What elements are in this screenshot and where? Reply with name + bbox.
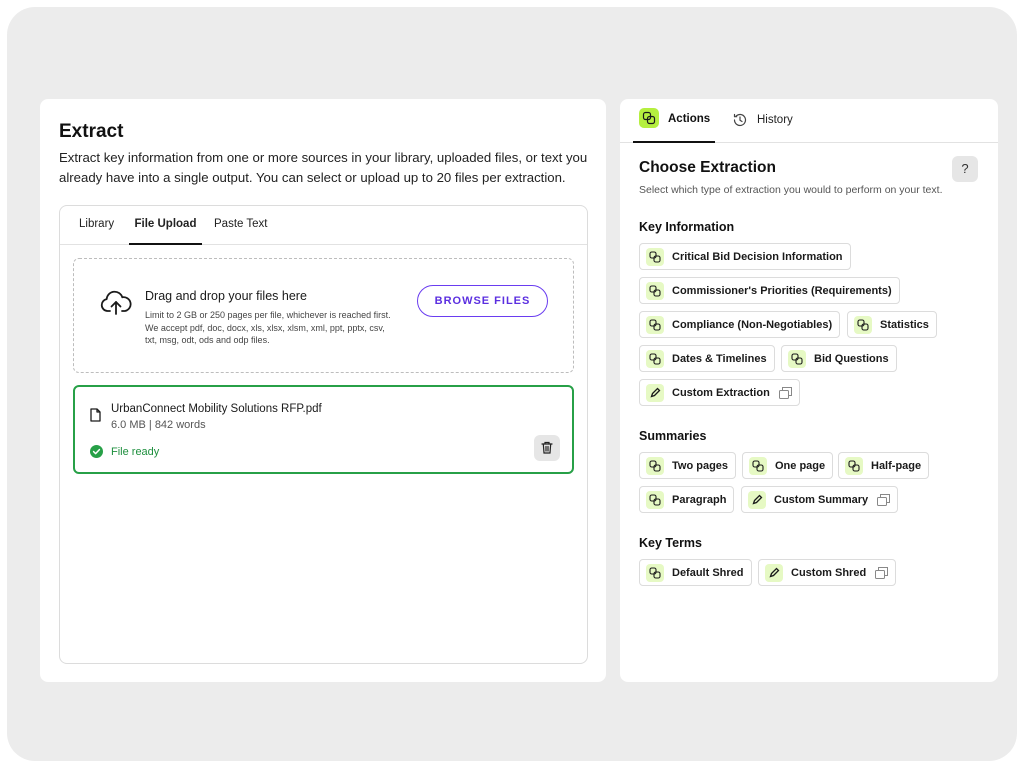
actions-panel: Actions History Choose Extraction Select… <box>620 99 998 682</box>
chip-label: Commissioner's Priorities (Requirements) <box>672 284 892 297</box>
chip-custom-shred[interactable]: Custom Shred <box>758 559 897 586</box>
page-description: Extract key information from one or more… <box>59 150 588 185</box>
dropzone-title: Drag and drop your files here <box>145 289 307 303</box>
actions-icon <box>639 108 659 128</box>
pencil-icon <box>646 383 664 402</box>
extract-panel: Extract Extract key information from one… <box>40 99 606 682</box>
cloud-upload-icon <box>100 290 132 315</box>
summaries-title: Summaries <box>639 429 707 443</box>
shred-icon <box>646 490 664 509</box>
chip-label: Custom Shred <box>791 566 867 579</box>
shred-icon <box>646 315 664 334</box>
chip-label: Custom Summary <box>774 493 869 506</box>
chip-custom-extraction[interactable]: Custom Extraction <box>639 379 800 406</box>
chip-label: Compliance (Non-Negotiables) <box>672 318 833 331</box>
copy-icon <box>875 566 889 579</box>
panel-tabs: Actions History <box>620 99 998 143</box>
tab-actions[interactable]: Actions <box>633 99 715 143</box>
shred-icon <box>854 315 872 334</box>
chip-label: Statistics <box>880 318 929 331</box>
shred-icon <box>646 563 664 582</box>
chip-custom-summary[interactable]: Custom Summary <box>741 486 899 513</box>
chip-commissioners-priorities[interactable]: Commissioner's Priorities (Requirements) <box>639 277 900 304</box>
chip-label: Half-page <box>871 459 922 472</box>
shred-icon <box>646 247 664 266</box>
chip-label: Dates & Timelines <box>672 352 767 365</box>
shred-icon <box>845 456 863 475</box>
chip-dates-timelines[interactable]: Dates & Timelines <box>639 345 775 372</box>
copy-icon <box>877 493 891 506</box>
history-icon <box>733 113 747 127</box>
tab-file-upload[interactable]: File Upload <box>129 218 202 245</box>
source-tabs: Library File Upload Paste Text <box>60 206 587 245</box>
file-meta: 6.0 MB | 842 words <box>111 419 206 431</box>
chip-paragraph[interactable]: Paragraph <box>639 486 735 513</box>
chip-label: One page <box>775 459 826 472</box>
source-card: Library File Upload Paste Text Drag and … <box>59 205 588 664</box>
key-terms-title: Key Terms <box>639 536 702 550</box>
key-information-title: Key Information <box>639 220 735 234</box>
pencil-icon <box>748 490 766 509</box>
tab-paste-text[interactable]: Paste Text <box>214 218 268 245</box>
shred-icon <box>788 349 806 368</box>
tab-actions-label: Actions <box>668 113 711 125</box>
browse-files-button[interactable]: BROWSE FILES <box>417 285 548 317</box>
uploaded-file-card: UrbanConnect Mobility Solutions RFP.pdf … <box>73 385 574 474</box>
chip-label: Default Shred <box>672 566 744 579</box>
chip-half-page[interactable]: Half-page <box>838 452 930 479</box>
chip-bid-questions[interactable]: Bid Questions <box>781 345 897 372</box>
chip-label: Critical Bid Decision Information <box>672 250 843 263</box>
delete-file-button[interactable] <box>534 435 560 461</box>
chip-label: Paragraph <box>672 493 727 506</box>
chip-statistics[interactable]: Statistics <box>847 311 937 338</box>
app-frame: Extract Extract key information from one… <box>7 7 1017 761</box>
tab-history-label: History <box>757 114 793 126</box>
tab-library[interactable]: Library <box>79 218 114 245</box>
section-heading: Choose Extraction <box>639 159 776 176</box>
shred-icon <box>749 456 767 475</box>
file-name: UrbanConnect Mobility Solutions RFP.pdf <box>111 403 322 415</box>
chip-compliance[interactable]: Compliance (Non-Negotiables) <box>639 311 841 338</box>
section-subtitle: Select which type of extraction you woul… <box>639 184 943 196</box>
help-button[interactable]: ? <box>952 156 978 182</box>
file-status: File ready <box>111 446 160 458</box>
page-title: Extract <box>59 121 124 142</box>
file-dropzone[interactable]: Drag and drop your files here Limit to 2… <box>73 258 574 373</box>
shred-icon <box>646 281 664 300</box>
chip-one-page[interactable]: One page <box>742 452 834 479</box>
chip-label: Two pages <box>672 459 729 472</box>
pencil-icon <box>765 563 783 582</box>
shred-icon <box>646 349 664 368</box>
chip-critical-bid-decision[interactable]: Critical Bid Decision Information <box>639 243 851 270</box>
chip-label: Custom Extraction <box>672 386 770 399</box>
check-circle-icon <box>90 445 103 458</box>
dropzone-note: Limit to 2 GB or 250 pages per file, whi… <box>145 310 391 346</box>
trash-icon <box>541 441 553 454</box>
chip-default-shred[interactable]: Default Shred <box>639 559 752 586</box>
tab-history[interactable]: History <box>730 99 810 143</box>
chip-two-pages[interactable]: Two pages <box>639 452 737 479</box>
document-icon <box>90 408 101 422</box>
chip-label: Bid Questions <box>814 352 889 365</box>
copy-icon <box>778 386 792 399</box>
shred-icon <box>646 456 664 475</box>
